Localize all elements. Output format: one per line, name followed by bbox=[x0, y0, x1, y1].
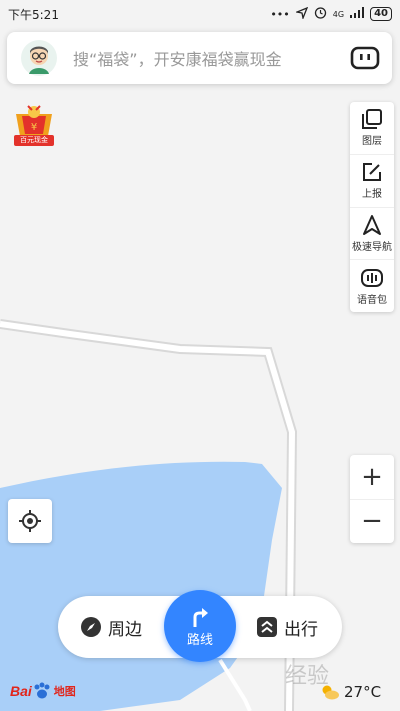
network-type: 4G bbox=[332, 9, 345, 19]
locate-button[interactable] bbox=[8, 499, 52, 543]
turn-right-arrow-icon bbox=[193, 607, 208, 627]
baidu-map-logo: Bai 地图 bbox=[10, 682, 76, 700]
compass-icon bbox=[81, 617, 101, 637]
ar-scan-icon[interactable] bbox=[348, 41, 382, 75]
weather-widget[interactable]: 27°C bbox=[320, 683, 381, 701]
map-tools-panel: 图层 上报 极速导航 语音包 bbox=[350, 102, 394, 312]
avatar[interactable] bbox=[21, 40, 57, 76]
travel-label: 出行 bbox=[284, 619, 318, 640]
layers-icon bbox=[362, 109, 382, 130]
partly-cloudy-icon bbox=[322, 685, 339, 700]
layers-label: 图层 bbox=[362, 136, 382, 148]
promo-badge[interactable]: ¥ 百元现金 bbox=[10, 104, 58, 146]
fast-navigation-button[interactable]: 极速导航 bbox=[350, 208, 394, 261]
report-button[interactable]: 上报 bbox=[350, 155, 394, 208]
alarm-icon bbox=[314, 6, 327, 22]
zoom-in-button[interactable]: + bbox=[350, 455, 394, 500]
status-bar: 下午5:21 ••• 4G 40 bbox=[0, 0, 400, 28]
navigation-icon bbox=[363, 214, 381, 235]
gift-icon: ¥ bbox=[16, 105, 52, 136]
layers-button[interactable]: 图层 bbox=[350, 102, 394, 155]
paw-icon bbox=[34, 682, 50, 699]
report-icon bbox=[363, 163, 381, 182]
zoom-controls: + − bbox=[350, 455, 394, 543]
travel-button[interactable]: 出行 bbox=[256, 596, 318, 658]
route-label: 路线 bbox=[186, 632, 213, 648]
svg-text:¥: ¥ bbox=[31, 122, 37, 133]
more-dots-icon: ••• bbox=[270, 7, 290, 21]
search-bar[interactable]: 搜“福袋”，开安康福袋赢现金 bbox=[7, 32, 392, 84]
signal-icon bbox=[350, 7, 365, 21]
fast-navigation-label: 极速导航 bbox=[352, 241, 392, 253]
status-time: 下午5:21 bbox=[8, 7, 59, 22]
crosshair-icon bbox=[19, 510, 41, 532]
logo-text: Bai bbox=[10, 683, 32, 699]
route-button[interactable]: 路线 bbox=[164, 590, 236, 662]
nearby-label: 周边 bbox=[108, 619, 142, 640]
nearby-button[interactable]: 周边 bbox=[80, 596, 142, 658]
promo-label: 百元现金 bbox=[14, 135, 54, 146]
voice-pack-button[interactable]: 语音包 bbox=[350, 260, 394, 312]
temperature: 27°C bbox=[344, 683, 382, 701]
battery-indicator: 40 bbox=[370, 7, 392, 21]
logo-map-text: 地图 bbox=[53, 685, 76, 698]
location-arrow-icon bbox=[294, 6, 308, 22]
voice-pack-icon bbox=[361, 268, 383, 287]
search-input[interactable]: 搜“福袋”，开安康福袋赢现金 bbox=[73, 46, 348, 70]
report-label: 上报 bbox=[362, 189, 382, 201]
chevron-up-double-icon bbox=[257, 617, 277, 637]
voice-pack-label: 语音包 bbox=[357, 294, 387, 306]
zoom-out-button[interactable]: − bbox=[350, 500, 394, 544]
